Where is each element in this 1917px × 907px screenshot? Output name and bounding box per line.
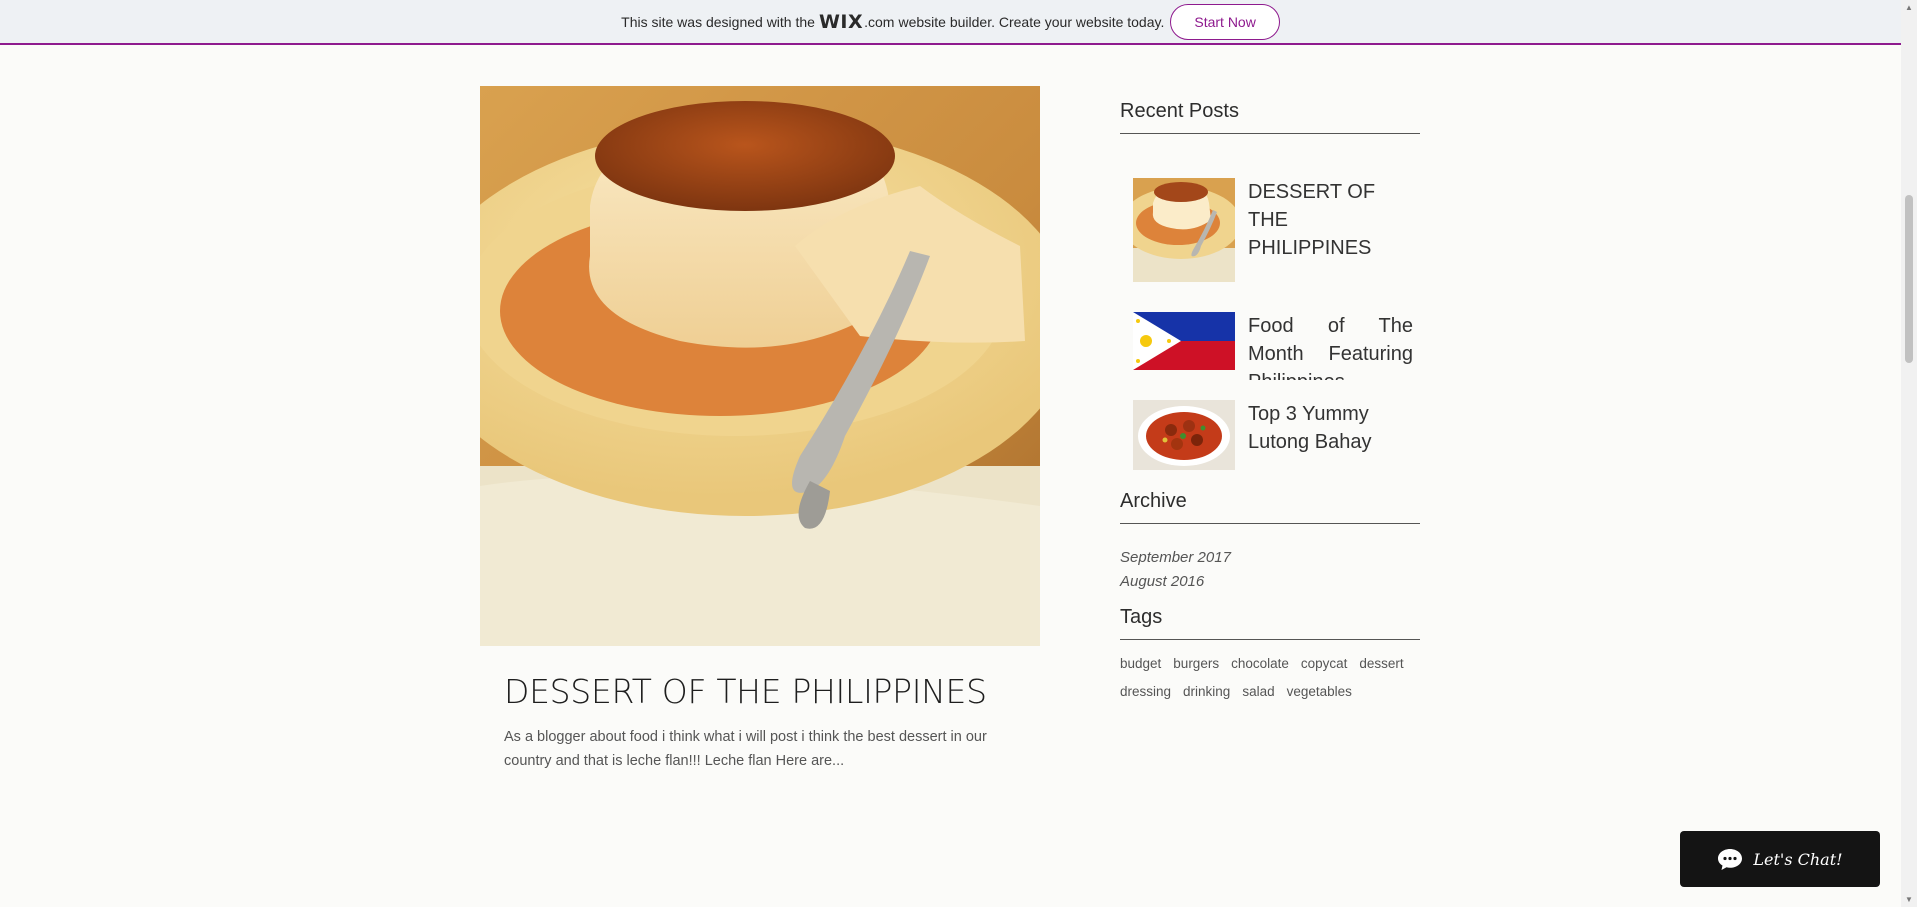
archive-section: Archive September 2017 August 2016 [1120,490,1420,594]
recent-post-title: Food of The Month Featuring Philippines [1248,315,1413,380]
tag[interactable]: vegetables [1287,684,1352,699]
flan-thumbnail [1133,178,1235,282]
sidebar: Recent Posts DESSERT OF THE PHILIPPINES [1120,100,1420,699]
wix-logo: WIX [818,10,864,33]
lutong-bahay-thumbnail [1133,400,1235,470]
recent-post-item[interactable]: DESSERT OF THE PHILIPPINES [1133,178,1423,282]
recent-posts-title: Recent Posts [1120,100,1420,134]
archive-list: September 2017 August 2016 [1120,546,1420,594]
scroll-up-arrow-icon[interactable]: ▲ [1905,3,1913,12]
archive-title: Archive [1120,490,1420,524]
recent-post-thumb [1133,178,1235,282]
philippine-flag-thumbnail [1133,312,1235,370]
banner-text-before: This site was designed with the [621,13,815,30]
tag[interactable]: chocolate [1231,656,1289,671]
tag[interactable]: dessert [1359,656,1403,671]
tag[interactable]: budget [1120,656,1161,671]
tags-section: Tags budget burgers chocolate copycat de… [1120,606,1420,699]
tag[interactable]: dressing [1120,684,1171,699]
post-title[interactable]: DESSERT OF THE PHILIPPINES [504,672,987,711]
recent-post-title: DESSERT OF THE PHILIPPINES [1248,181,1376,259]
tag[interactable]: salad [1242,684,1274,699]
scroll-thumb[interactable] [1905,195,1913,363]
archive-link[interactable]: September 2017 [1120,546,1420,570]
post-cover-image[interactable] [480,86,1040,646]
start-now-button[interactable]: Start Now [1170,3,1280,40]
chat-bubble-icon [1718,849,1743,870]
post-excerpt: As a blogger about food i think what i w… [504,729,987,769]
recent-post-thumb [1133,312,1235,370]
banner-text-after: website builder. Create your website tod… [898,13,1165,30]
recent-post-item[interactable]: Food of The Month Featuring Philippines [1133,312,1423,380]
tag[interactable]: drinking [1183,684,1230,699]
tags-title: Tags [1120,606,1420,640]
wix-banner: This site was designed with the WIX .com… [0,0,1901,45]
archive-link[interactable]: August 2016 [1120,570,1420,594]
recent-post-thumb [1133,400,1235,470]
page-scrollbar[interactable]: ▲ ▼ [1901,0,1917,907]
chat-label: Let's Chat! [1753,849,1843,869]
chat-button[interactable]: Let's Chat! [1680,831,1880,887]
scroll-down-arrow-icon[interactable]: ▼ [1905,895,1913,904]
leche-flan-image [480,86,1040,646]
wix-logo-suffix: .com [864,13,895,30]
tag[interactable]: burgers [1173,656,1219,671]
tag-list: budget burgers chocolate copycat dessert… [1120,656,1420,699]
tag[interactable]: copycat [1301,656,1348,671]
recent-post-item[interactable]: Top 3 Yummy Lutong Bahay [1133,400,1423,470]
recent-post-title: Top 3 Yummy Lutong Bahay [1248,403,1372,453]
